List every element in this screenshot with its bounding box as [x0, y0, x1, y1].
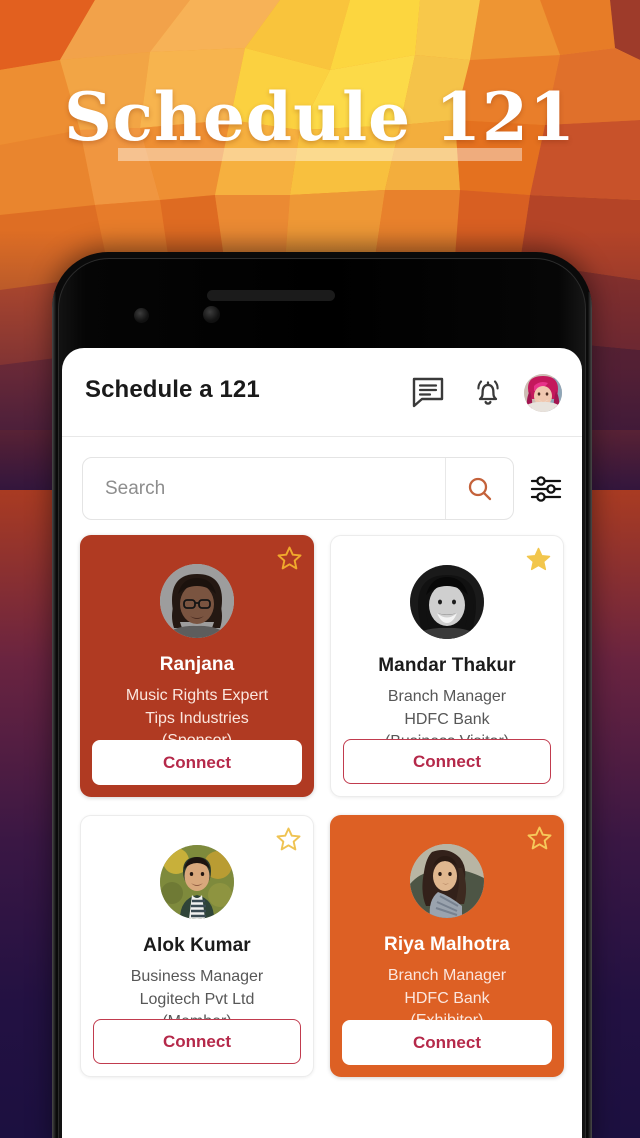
star-outline-icon[interactable] [275, 826, 302, 853]
chat-icon[interactable] [410, 374, 446, 415]
person-company: Tips Industries [145, 709, 249, 727]
person-card[interactable]: Riya Malhotra Branch Manager HDFC Bank (… [330, 815, 564, 1077]
star-outline-icon[interactable] [526, 825, 553, 852]
connect-button[interactable]: Connect [343, 739, 551, 784]
search-icon [468, 477, 491, 500]
person-name: Alok Kumar [143, 935, 251, 956]
screenshot-root: Schedule 121 Schedule a 121 Search Ranja… [0, 0, 640, 1138]
person-photo [160, 845, 234, 919]
person-role: Music Rights Expert [125, 687, 269, 704]
person-card[interactable]: Alok Kumar Business Manager Logitech Pvt… [80, 815, 314, 1077]
people-card-grid: Ranjana Music Rights Expert Tips Industr… [62, 529, 582, 1077]
search-input[interactable] [83, 458, 445, 519]
person-photo [410, 844, 484, 918]
phone-edge-right [588, 292, 592, 1138]
connect-button[interactable]: Connect [92, 740, 302, 785]
search-row [62, 437, 582, 529]
person-name: Ranjana [159, 654, 235, 675]
page-title: Schedule a 121 [85, 376, 260, 403]
person-card[interactable]: Mandar Thakur Branch Manager HDFC Bank (… [330, 535, 564, 797]
star-filled-icon[interactable] [525, 546, 552, 573]
connect-button[interactable]: Connect [342, 1020, 552, 1065]
person-photo [410, 565, 484, 639]
person-name: Mandar Thakur [378, 655, 516, 676]
star-outline-icon[interactable] [276, 545, 303, 572]
app-screen: Schedule a 121 Search Ranjana Music Righ… [62, 348, 582, 1138]
person-role: Business Manager [130, 968, 264, 985]
filter-button[interactable] [530, 475, 564, 503]
phone-sensor-dot [134, 308, 149, 323]
person-role: Branch Manager [387, 967, 507, 984]
person-company: Logitech Pvt Ltd [139, 990, 255, 1008]
person-role: Branch Manager [387, 688, 507, 705]
app-header: Schedule a 121 [62, 348, 582, 437]
connect-button[interactable]: Connect [93, 1019, 301, 1064]
search-box [82, 457, 514, 520]
phone-speaker-grille [207, 290, 335, 301]
person-name: Riya Malhotra [384, 934, 510, 955]
filter-sliders-icon [530, 476, 562, 502]
bell-icon[interactable] [470, 374, 506, 415]
hero-title: Schedule 121 [64, 78, 576, 156]
person-photo [160, 564, 234, 638]
person-card[interactable]: Ranjana Music Rights Expert Tips Industr… [80, 535, 314, 797]
person-company: HDFC Bank [404, 710, 490, 728]
search-button[interactable] [445, 458, 513, 519]
phone-edge-left [52, 292, 56, 1138]
person-company: HDFC Bank [404, 989, 490, 1007]
phone-front-camera [203, 306, 220, 323]
avatar[interactable] [524, 374, 562, 412]
